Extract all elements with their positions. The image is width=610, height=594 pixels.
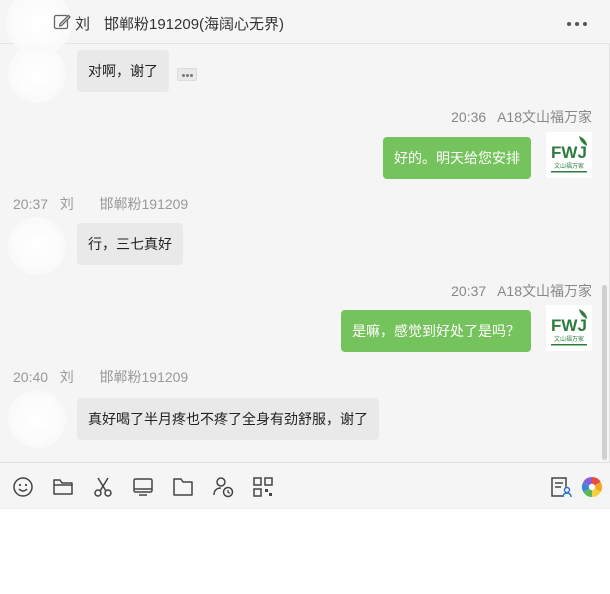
message-time: 20:40	[13, 369, 49, 385]
scissors-icon[interactable]	[91, 475, 115, 499]
chat-title-prefix: 刘	[75, 16, 91, 33]
message-text: 对啊，谢了	[88, 63, 158, 79]
message-time: 20:36	[451, 109, 487, 125]
fwj-logo-avatar[interactable]: FWJ 文山福万家	[546, 305, 592, 351]
message-meta: 20:37 刘 邯郸粉191209	[13, 194, 188, 214]
message-text: 行，三七真好	[88, 236, 172, 252]
message-bubble-incoming[interactable]: 真好喝了半月疼也不疼了全身有劲舒服，谢了	[77, 398, 379, 440]
screen-icon[interactable]	[131, 475, 155, 499]
message-text: 好的。明天给您安排	[394, 150, 520, 166]
sender-avatar-blurred	[8, 45, 66, 103]
message-meta: 20:37 A18文山福万家	[451, 281, 592, 301]
message-input-area[interactable]	[0, 508, 610, 594]
emoji-icon[interactable]	[11, 475, 35, 499]
message-meta: 20:40 刘 邯郸粉191209	[13, 367, 188, 387]
edit-icon[interactable]	[53, 13, 71, 31]
mini-program-icon[interactable]	[251, 475, 275, 499]
message-time: 20:37	[13, 196, 49, 212]
chat-window: 刘 邯郸粉191209(海阔心无界) 对啊，谢了 20:36 A18文山福万家 …	[0, 0, 610, 594]
message-time: 20:37	[451, 283, 487, 299]
message-sender: 邯郸粉191209	[99, 196, 189, 212]
message-scrollbar[interactable]	[602, 285, 607, 460]
more-horizontal-icon[interactable]	[565, 14, 589, 32]
logo-letters: FWJ	[551, 143, 587, 162]
message-list[interactable]: 对啊，谢了 20:36 A18文山福万家 好的。明天给您安排 FWJ 文山福万家…	[0, 45, 610, 462]
color-wheel-icon[interactable]	[580, 475, 604, 499]
logo-caption: 文山福万家	[554, 162, 584, 170]
message-input[interactable]	[0, 509, 610, 594]
message-meta: 20:36 A18文山福万家	[451, 107, 592, 127]
chat-title: 邯郸粉191209(海阔心无界)	[104, 16, 285, 33]
chat-header: 刘 邯郸粉191209(海阔心无界)	[0, 0, 610, 56]
folder-icon[interactable]	[51, 475, 75, 499]
message-text: 真好喝了半月疼也不疼了全身有劲舒服，谢了	[88, 411, 368, 427]
message-sender-prefix: 刘	[59, 369, 74, 385]
message-text: 是嘛，感觉到好处了是吗？	[352, 323, 520, 339]
file-icon[interactable]	[171, 475, 195, 499]
message-sender: 邯郸粉191209	[99, 369, 189, 385]
logo-caption: 文山福万家	[554, 335, 584, 343]
history-icon[interactable]	[211, 475, 235, 499]
message-sender: A18文山福万家	[497, 283, 592, 299]
message-bubble-incoming[interactable]: 行，三七真好	[77, 223, 183, 265]
message-bubble-outgoing[interactable]: 是嘛，感觉到好处了是吗？	[341, 310, 531, 352]
more-dots-icon[interactable]	[177, 68, 197, 81]
document-user-icon[interactable]	[549, 475, 573, 499]
input-toolbar	[0, 462, 610, 508]
sender-avatar-blurred	[8, 390, 66, 448]
sender-avatar-blurred	[8, 217, 66, 275]
message-sender: A18文山福万家	[497, 109, 592, 125]
fwj-logo-avatar[interactable]: FWJ 文山福万家	[546, 132, 592, 178]
message-bubble-outgoing[interactable]: 好的。明天给您安排	[383, 137, 531, 179]
logo-letters: FWJ	[551, 316, 587, 335]
message-bubble-incoming[interactable]: 对啊，谢了	[77, 50, 169, 92]
message-sender-prefix: 刘	[59, 196, 74, 212]
